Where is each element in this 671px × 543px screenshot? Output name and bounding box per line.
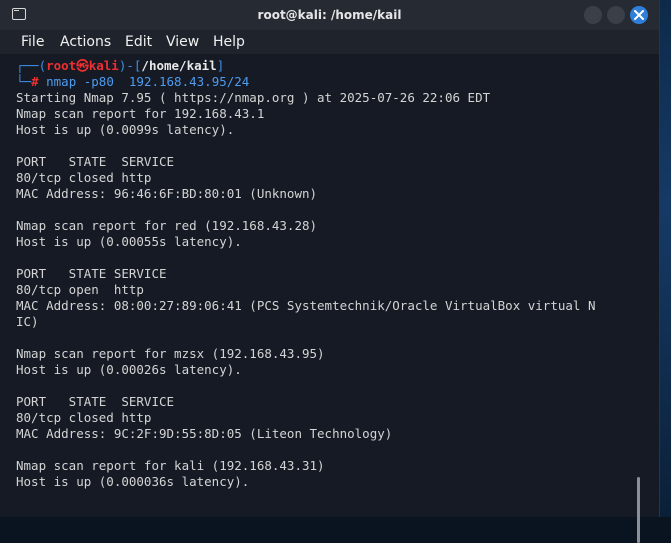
prompt-line-1: ┌──(root㉿kali)-[/home/kail] — [16, 58, 225, 73]
output-line: MAC Address: 08:00:27:89:06:41 (PCS Syst… — [16, 298, 596, 313]
output-line: 80/tcp closed http — [16, 170, 152, 185]
output-line: MAC Address: 96:46:6F:BD:80:01 (Unknown) — [16, 186, 318, 201]
menu-edit[interactable]: Edit — [125, 34, 152, 50]
output-line: PORT STATE SERVICE — [16, 394, 175, 409]
output-line: Host is up (0.00026s latency). — [16, 362, 242, 377]
output-line: Nmap scan report for kali (192.168.43.31… — [16, 458, 325, 473]
menu-view[interactable]: View — [166, 34, 199, 50]
output-line: PORT STATE SERVICE — [16, 266, 167, 281]
output-line: IC) — [16, 314, 39, 329]
terminal-window: root@kali: /home/kail File Actions Edit … — [0, 0, 660, 543]
menu-file[interactable]: File — [21, 34, 44, 50]
desktop-background — [659, 0, 671, 517]
menu-help[interactable]: Help — [213, 34, 245, 50]
output-line: Host is up (0.000036s latency). — [16, 474, 250, 489]
output-line: 80/tcp open http — [16, 282, 144, 297]
title-bar[interactable]: root@kali: /home/kail — [0, 0, 659, 30]
output-line: Host is up (0.0099s latency). — [16, 122, 235, 137]
minimize-button[interactable] — [584, 6, 602, 24]
output-line: MAC Address: 9C:2F:9D:55:8D:05 (Liteon T… — [16, 426, 393, 441]
scrollbar[interactable] — [637, 477, 640, 543]
terminal-output[interactable]: ┌──(root㉿kali)-[/home/kail] └─# nmap -p8… — [0, 56, 640, 543]
output-line: Nmap scan report for red (192.168.43.28) — [16, 218, 318, 233]
window-title: root@kali: /home/kail — [257, 8, 402, 22]
close-icon — [634, 10, 644, 20]
output-line: 80/tcp closed http — [16, 410, 152, 425]
output-line: Nmap scan report for 192.168.43.1 — [16, 106, 265, 121]
output-line: Starting Nmap 7.95 ( https://nmap.org ) … — [16, 90, 491, 105]
menu-bar: File Actions Edit View Help — [0, 30, 659, 54]
maximize-button[interactable] — [607, 6, 625, 24]
output-line: Nmap scan report for mzsx (192.168.43.95… — [16, 346, 325, 361]
close-button[interactable] — [630, 6, 648, 24]
menu-actions[interactable]: Actions — [60, 34, 111, 50]
output-line: Host is up (0.00055s latency). — [16, 234, 242, 249]
output-line: PORT STATE SERVICE — [16, 154, 175, 169]
prompt-line-2: └─# nmap -p80 192.168.43.95/24 — [16, 74, 250, 89]
